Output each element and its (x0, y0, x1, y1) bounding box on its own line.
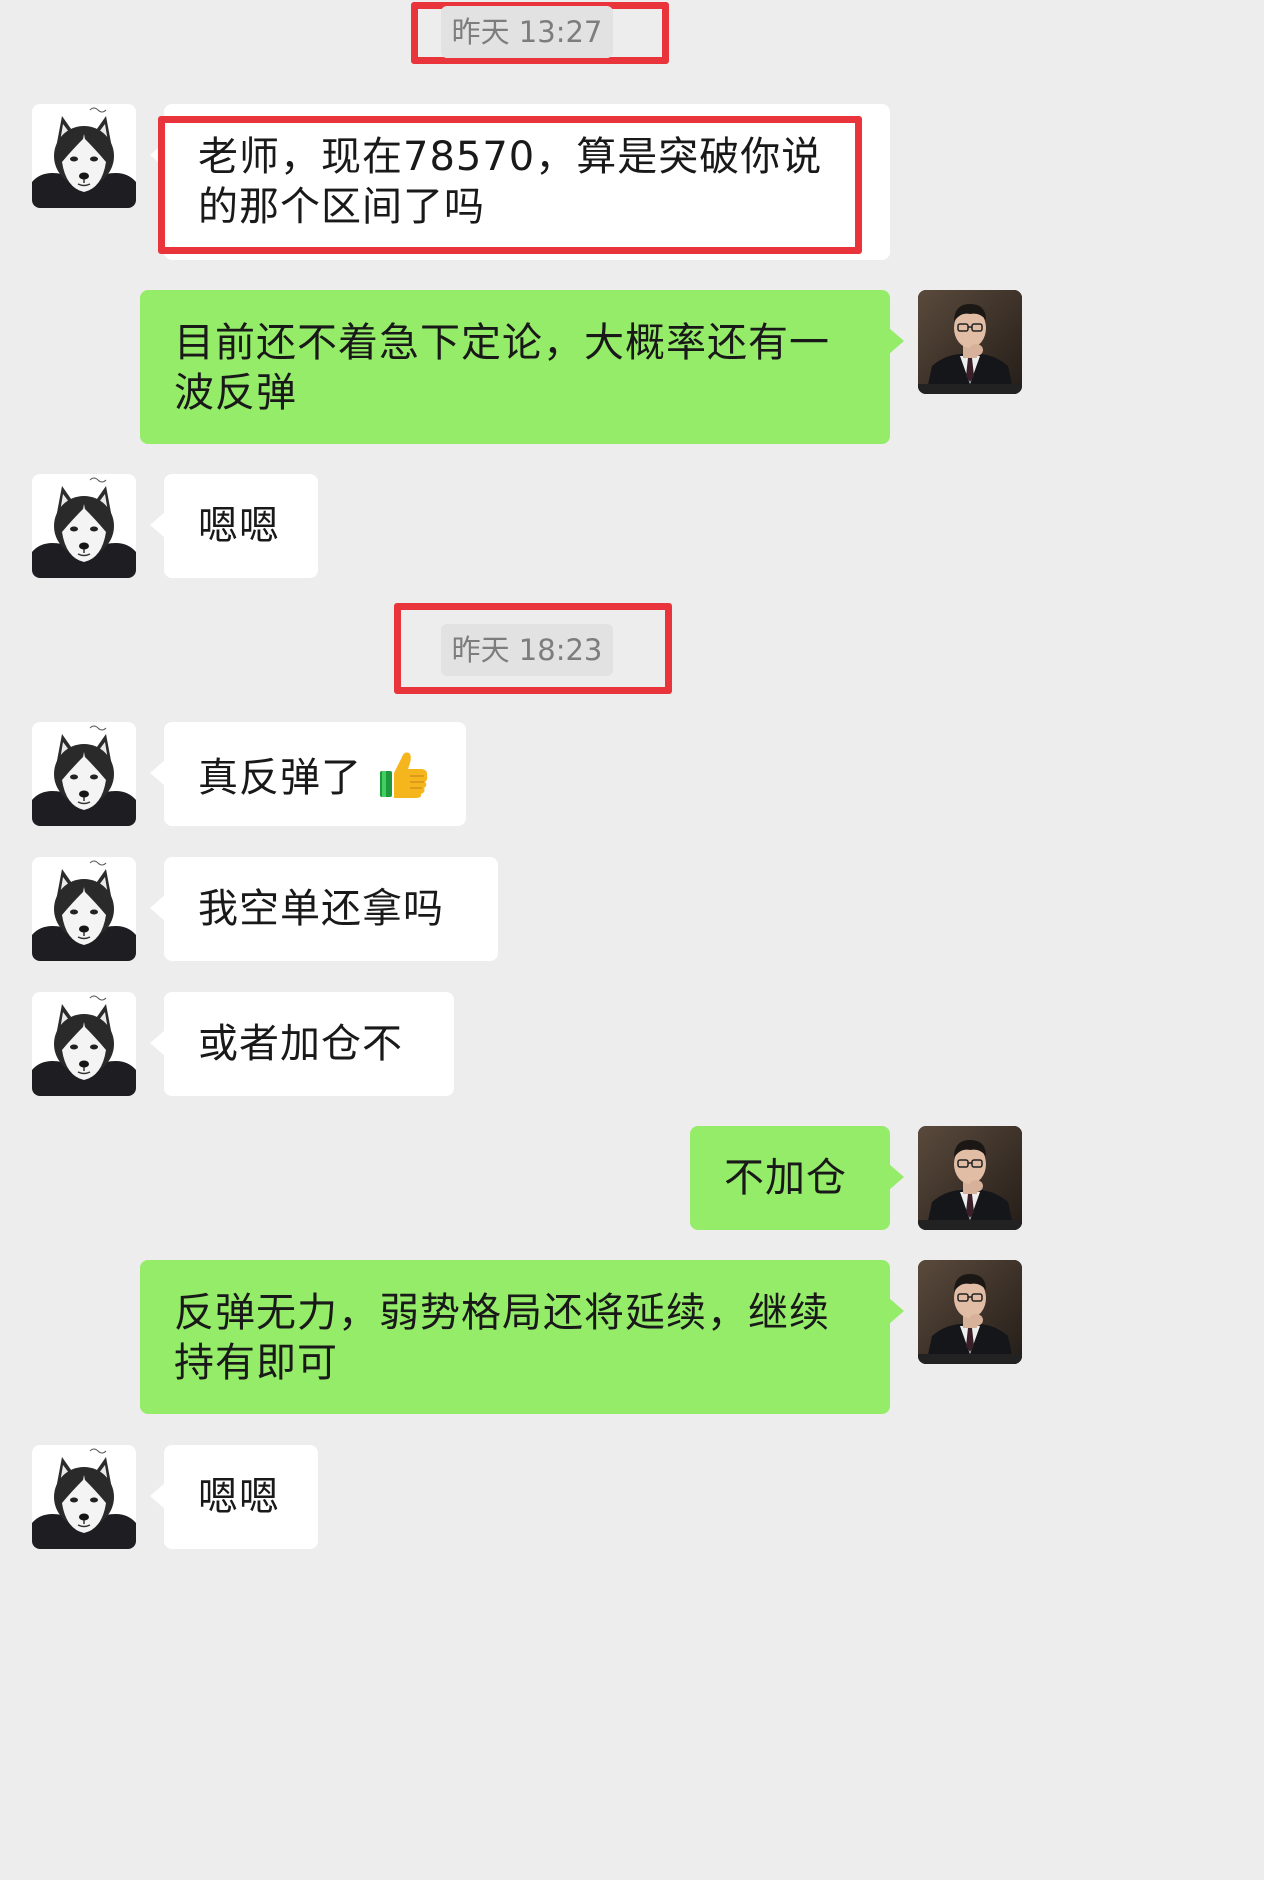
user-avatar[interactable] (32, 474, 136, 578)
message-text: 目前还不着急下定论，大概率还有一波反弹 (174, 320, 830, 416)
thumbs-up-icon (379, 752, 427, 798)
user-avatar[interactable] (32, 992, 136, 1096)
husky-dog-avatar-icon (32, 1445, 136, 1549)
message-bubble[interactable]: 不加仓 (690, 1126, 904, 1230)
user-avatar[interactable] (32, 104, 136, 208)
husky-dog-avatar-icon (32, 474, 136, 578)
husky-dog-avatar-icon (32, 857, 136, 961)
message-text: 不加仓 (724, 1155, 847, 1201)
message-bubble[interactable]: 我空单还拿吗 (150, 857, 498, 961)
teacher-avatar[interactable] (918, 290, 1022, 394)
husky-dog-avatar-icon (32, 992, 136, 1096)
message-text: 真反弹了 (198, 755, 362, 801)
man-in-suit-avatar-icon (918, 290, 1022, 394)
message-text: 嗯嗯 (198, 503, 280, 549)
message-highlight-box (158, 116, 862, 254)
user-avatar[interactable] (32, 857, 136, 961)
timestamp-label: 昨天 13:27 (441, 6, 613, 58)
message-text: 或者加仓不 (198, 1021, 403, 1067)
timestamp-label: 昨天 18:23 (441, 624, 613, 676)
user-avatar[interactable] (32, 1445, 136, 1549)
man-in-suit-avatar-icon (918, 1260, 1022, 1364)
user-avatar[interactable] (32, 722, 136, 826)
message-bubble[interactable]: 反弹无力，弱势格局还将延续，继续持有即可 (140, 1260, 904, 1414)
message-bubble[interactable]: 嗯嗯 (150, 474, 318, 578)
husky-dog-avatar-icon (32, 722, 136, 826)
message-bubble[interactable]: 真反弹了 (150, 722, 466, 826)
teacher-avatar[interactable] (918, 1260, 1022, 1364)
husky-dog-avatar-icon (32, 104, 136, 208)
message-bubble[interactable]: 或者加仓不 (150, 992, 454, 1096)
man-in-suit-avatar-icon (918, 1126, 1022, 1230)
message-text: 反弹无力，弱势格局还将延续，继续持有即可 (174, 1290, 830, 1386)
message-bubble[interactable]: 目前还不着急下定论，大概率还有一波反弹 (140, 290, 904, 444)
message-text: 我空单还拿吗 (198, 886, 444, 932)
teacher-avatar[interactable] (918, 1126, 1022, 1230)
message-text: 嗯嗯 (198, 1474, 280, 1520)
message-bubble[interactable]: 嗯嗯 (150, 1445, 318, 1549)
